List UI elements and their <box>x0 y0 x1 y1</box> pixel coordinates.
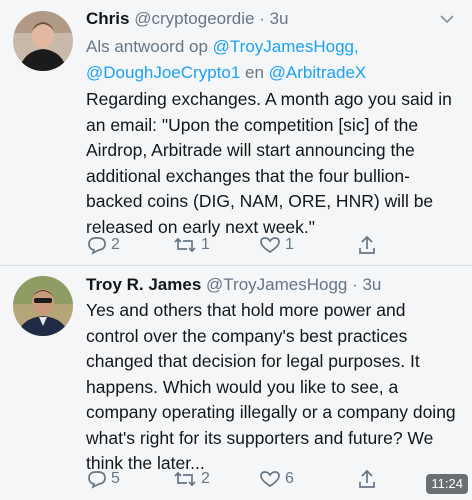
retweet-button[interactable]: 1 <box>172 235 258 255</box>
reply-icon <box>88 237 106 255</box>
handle[interactable]: @TroyJamesHogg <box>206 275 347 294</box>
retweet-icon <box>174 237 196 253</box>
reply-button[interactable]: 2 <box>86 235 172 255</box>
handle[interactable]: @cryptogeordie <box>134 9 254 28</box>
reply-joiner: en <box>240 63 269 82</box>
reply-prefix: Als antwoord op <box>86 37 213 56</box>
display-name[interactable]: Troy R. James <box>86 275 201 294</box>
reply-context: Als antwoord op @TroyJamesHogg, @DoughJo… <box>86 34 460 86</box>
reply-icon <box>88 471 106 489</box>
heart-icon <box>260 471 280 488</box>
like-button[interactable]: 6 <box>258 469 344 489</box>
tweet-chris[interactable]: Chris @cryptogeordie · 3u Als antwoord o… <box>0 0 472 266</box>
avatar-photo-troy <box>13 276 73 336</box>
share-icon <box>359 235 375 254</box>
reply-button[interactable]: 5 <box>86 469 172 489</box>
retweet-button[interactable]: 2 <box>172 469 258 489</box>
chevron-down-icon[interactable] <box>438 12 456 26</box>
tweet-header: Troy R. James @TroyJamesHogg · 3u <box>86 274 432 296</box>
retweet-icon <box>174 471 196 487</box>
mention-troyjameshogg[interactable]: @TroyJamesHogg, <box>213 37 359 56</box>
status-clock: 11:24 <box>426 474 468 494</box>
tweet-header: Chris @cryptogeordie · 3u <box>86 8 432 30</box>
avatar-photo-chris <box>13 11 73 71</box>
timestamp[interactable]: 3u <box>270 9 289 28</box>
heart-icon <box>260 237 280 254</box>
display-name[interactable]: Chris <box>86 9 129 28</box>
tweet-actions: 2 1 1 <box>86 232 442 258</box>
retweet-count: 1 <box>201 236 210 253</box>
tweet-text: Regarding exchanges. A month ago you sai… <box>86 89 452 237</box>
timestamp[interactable]: 3u <box>362 275 381 294</box>
separator: · <box>254 9 270 28</box>
retweet-count: 2 <box>201 470 210 487</box>
like-count: 6 <box>285 470 294 487</box>
avatar[interactable] <box>13 11 73 71</box>
reply-count: 2 <box>111 236 120 253</box>
mention-arbitradex[interactable]: @ArbitradeX <box>269 63 367 82</box>
reply-count: 5 <box>111 470 120 487</box>
like-count: 1 <box>285 236 294 253</box>
avatar[interactable] <box>13 276 73 336</box>
mention-doughjoecrypto1[interactable]: @DoughJoeCrypto1 <box>86 63 240 82</box>
separator: · <box>347 275 363 294</box>
tweet-troy[interactable]: Troy R. James @TroyJamesHogg · 3u Yes an… <box>0 266 472 500</box>
share-button[interactable] <box>356 234 442 256</box>
like-button[interactable]: 1 <box>258 235 344 255</box>
tweet-actions: 5 2 6 <box>86 466 442 492</box>
tweet-text: Yes and others that hold more power and … <box>86 300 456 473</box>
share-icon <box>359 469 375 488</box>
